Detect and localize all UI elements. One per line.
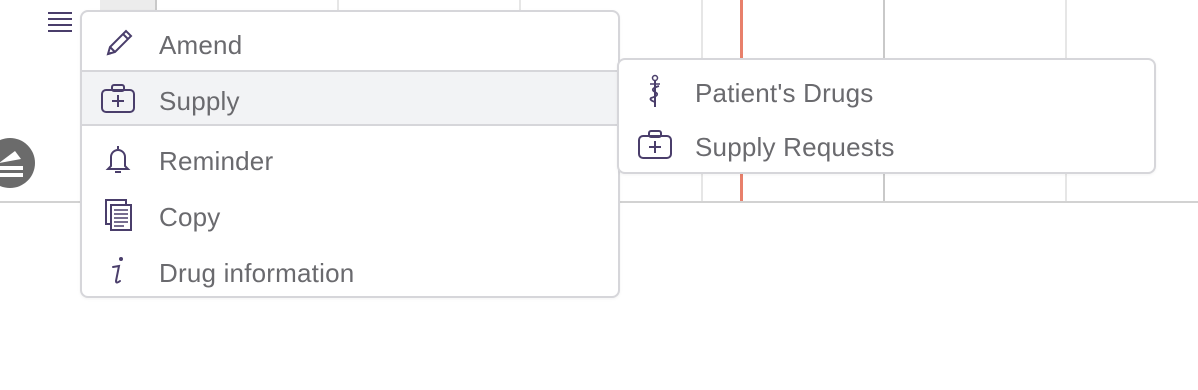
pencil-icon [100,26,136,60]
submenu-item-supply-requests[interactable]: Supply Requests [619,118,1154,174]
menu-item-drug-information[interactable]: Drug information [82,242,618,298]
eject-icon[interactable] [0,138,35,188]
bell-icon [100,142,136,176]
submenu-item-label: Supply Requests [695,132,895,162]
menu-item-label: Copy [159,202,221,232]
menu-item-reminder[interactable]: Reminder [82,130,618,186]
context-menu: Amend Supply Reminder Copy Drug informat… [80,10,620,298]
chart-background: Amend Supply Reminder Copy Drug informat… [0,0,1198,390]
hamburger-menu-icon[interactable] [48,9,72,33]
submenu-item-label: Patient's Drugs [695,78,874,108]
menu-item-copy[interactable]: Copy [82,186,618,242]
info-icon [100,254,136,288]
menu-item-label: Supply [159,86,240,116]
supply-submenu: Patient's Drugs Supply Requests [617,58,1156,174]
medical-bag-icon [100,82,136,116]
submenu-item-patients-drugs[interactable]: Patient's Drugs [619,62,1154,118]
menu-item-label: Drug information [159,258,355,288]
menu-item-supply[interactable]: Supply [82,70,618,126]
medical-bag-icon [637,128,673,162]
caduceus-icon [637,74,673,108]
copy-icon [100,198,136,232]
menu-item-label: Amend [159,30,243,60]
menu-item-label: Reminder [159,146,274,176]
menu-item-amend[interactable]: Amend [82,14,618,70]
